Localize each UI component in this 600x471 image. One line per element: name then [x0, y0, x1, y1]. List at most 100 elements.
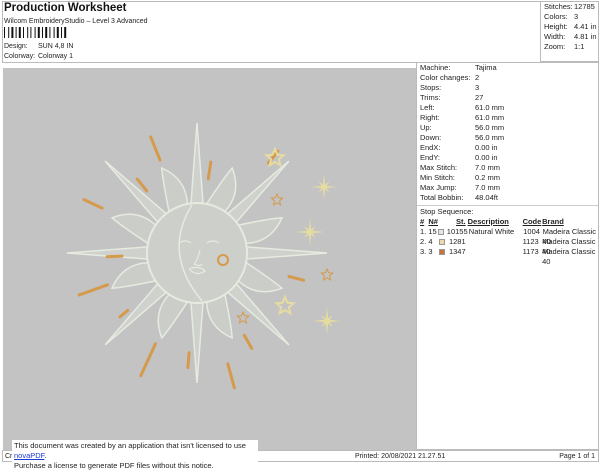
- info-label: Colors:: [544, 12, 568, 21]
- accent-bar: [139, 342, 157, 378]
- code: 1123: [522, 237, 539, 246]
- accent-bar: [77, 283, 109, 297]
- stop-row: 2. 4 1281 1123 Madeira Classic 40: [417, 237, 598, 256]
- info-label: Stitches:: [544, 2, 573, 11]
- info-value: 2: [475, 73, 480, 82]
- accent-bar: [118, 308, 130, 319]
- stats-panel: Stitches: 12785 Colors: 3 Height: 4.41 in Widt…: [540, 1, 599, 62]
- description: [468, 247, 523, 257]
- colorway-label: Colorway:: [4, 53, 36, 60]
- info-label: EndY:: [420, 153, 441, 162]
- star: [236, 310, 250, 324]
- info-label: Max Jump:: [420, 183, 457, 192]
- star: [320, 267, 334, 281]
- accent-bar: [186, 351, 191, 370]
- star: [273, 294, 297, 316]
- color-swatch: [438, 249, 445, 255]
- info-row: Right: 61.0 mm: [417, 113, 598, 123]
- col-header: Brand: [542, 217, 564, 226]
- accent-bar: [226, 362, 236, 390]
- accent-bar: [206, 160, 213, 181]
- info-row: Height: 4.41 in: [541, 22, 598, 32]
- info-row: Stops: 3: [417, 83, 598, 93]
- sparkle: [313, 307, 341, 335]
- brand: Madeira Classic 40: [542, 247, 596, 266]
- needle: 3: [428, 247, 433, 256]
- stop-row: 3. 3 1347 1173 Madeira Classic 40: [417, 247, 598, 266]
- color-swatch: [438, 239, 445, 245]
- brand: Madeira Classic 40: [542, 237, 596, 256]
- stop-row: 1. 15 10155 Natural White 1004 Madeira Classi…: [417, 227, 598, 246]
- info-label: Left:: [420, 103, 435, 112]
- stop-sequence-title: Stop Sequence:: [420, 207, 474, 216]
- info-label: Trims:: [420, 93, 441, 102]
- sun-embroidery-design: [66, 122, 341, 390]
- info-value: 27: [475, 93, 484, 102]
- info-label: Stops:: [420, 83, 442, 92]
- notice-text: This document was created by an applicat…: [14, 441, 246, 450]
- info-value: 1:1: [574, 42, 585, 51]
- brand: Madeira Classic 40: [542, 227, 596, 246]
- colorway-value: Colorway 1: [38, 53, 74, 60]
- info-row: EndX: 0.00 in: [417, 143, 598, 153]
- description: Natural White: [468, 227, 515, 236]
- info-row: Down: 56.0 mm: [417, 133, 598, 143]
- info-value: 7.0 mm: [475, 163, 501, 172]
- info-label: EndX:: [420, 143, 441, 152]
- sun-ray: [189, 299, 205, 384]
- info-row: Colors: 3: [541, 12, 598, 22]
- info-row: Zoom: 1:1: [541, 42, 598, 52]
- sun-ray: [189, 122, 205, 207]
- info-row: EndY: 0.00 in: [417, 153, 598, 163]
- info-label: Min Stitch:: [420, 173, 456, 182]
- info-value: 4.81 in: [574, 32, 597, 41]
- info-value: 56.0 mm: [475, 123, 505, 132]
- info-value: 48.04ft: [475, 193, 498, 202]
- code: 1173: [522, 247, 539, 256]
- info-row: Stitches: 12785: [541, 2, 598, 12]
- accent-bar: [242, 333, 254, 350]
- accent-bar: [287, 275, 306, 282]
- design-label: Design:: [4, 43, 28, 50]
- info-value: 0.00 in: [475, 143, 498, 152]
- design-value: SUN 4,8 IN: [38, 43, 74, 50]
- sparkle: [311, 174, 337, 200]
- stop-num: 3.: [420, 247, 427, 256]
- col-header: #: [420, 217, 425, 226]
- info-label: Right:: [420, 113, 440, 122]
- info-label: Down:: [420, 133, 442, 142]
- accent-bar: [82, 198, 104, 210]
- sparkle: [296, 218, 324, 246]
- info-row: Color changes: 2: [417, 73, 598, 83]
- info-row: Machine: Tajima: [417, 63, 598, 73]
- col-header: Code: [522, 217, 542, 226]
- printed-date: Printed: 20/08/2021 21.27.51: [355, 453, 446, 460]
- info-value: 12785: [574, 2, 595, 11]
- sun-ray: [243, 245, 328, 261]
- license-notice: This document was created by an applicat…: [12, 440, 258, 470]
- page-number: Page 1 of 1: [559, 453, 595, 460]
- design-preview: [3, 68, 416, 451]
- info-row: Min Stitch: 0.2 mm: [417, 173, 598, 183]
- stop-sequence-header: # N# St. Description Code Brand: [417, 217, 598, 227]
- accent-bar: [149, 135, 162, 162]
- info-row: Left: 61.0 mm: [417, 103, 598, 113]
- info-value: 0.2 mm: [475, 173, 501, 182]
- novapdf-link[interactable]: novaPDF: [14, 451, 44, 460]
- info-value: 3: [475, 83, 480, 92]
- info-value: 3: [574, 12, 579, 21]
- stitches: 1281: [448, 237, 466, 246]
- star: [270, 192, 284, 206]
- info-value: Tajima: [475, 63, 497, 72]
- machine-info-panel: Machine: Tajima Color changes: 2 Stops: 3 Trim…: [416, 62, 599, 450]
- col-header: St.: [456, 217, 466, 226]
- barcode: [4, 27, 67, 38]
- info-value: 7.0 mm: [475, 183, 501, 192]
- info-row: Width: 4.81 in: [541, 32, 598, 42]
- page-title: Production Worksheet: [4, 2, 127, 14]
- info-label: Total Bobbin:: [420, 193, 464, 202]
- description: [468, 237, 523, 247]
- notice-text-2: Purchase a license to generate PDF files…: [14, 461, 214, 470]
- info-row: Max Stitch: 7.0 mm: [417, 163, 598, 173]
- info-label: Machine:: [420, 63, 451, 72]
